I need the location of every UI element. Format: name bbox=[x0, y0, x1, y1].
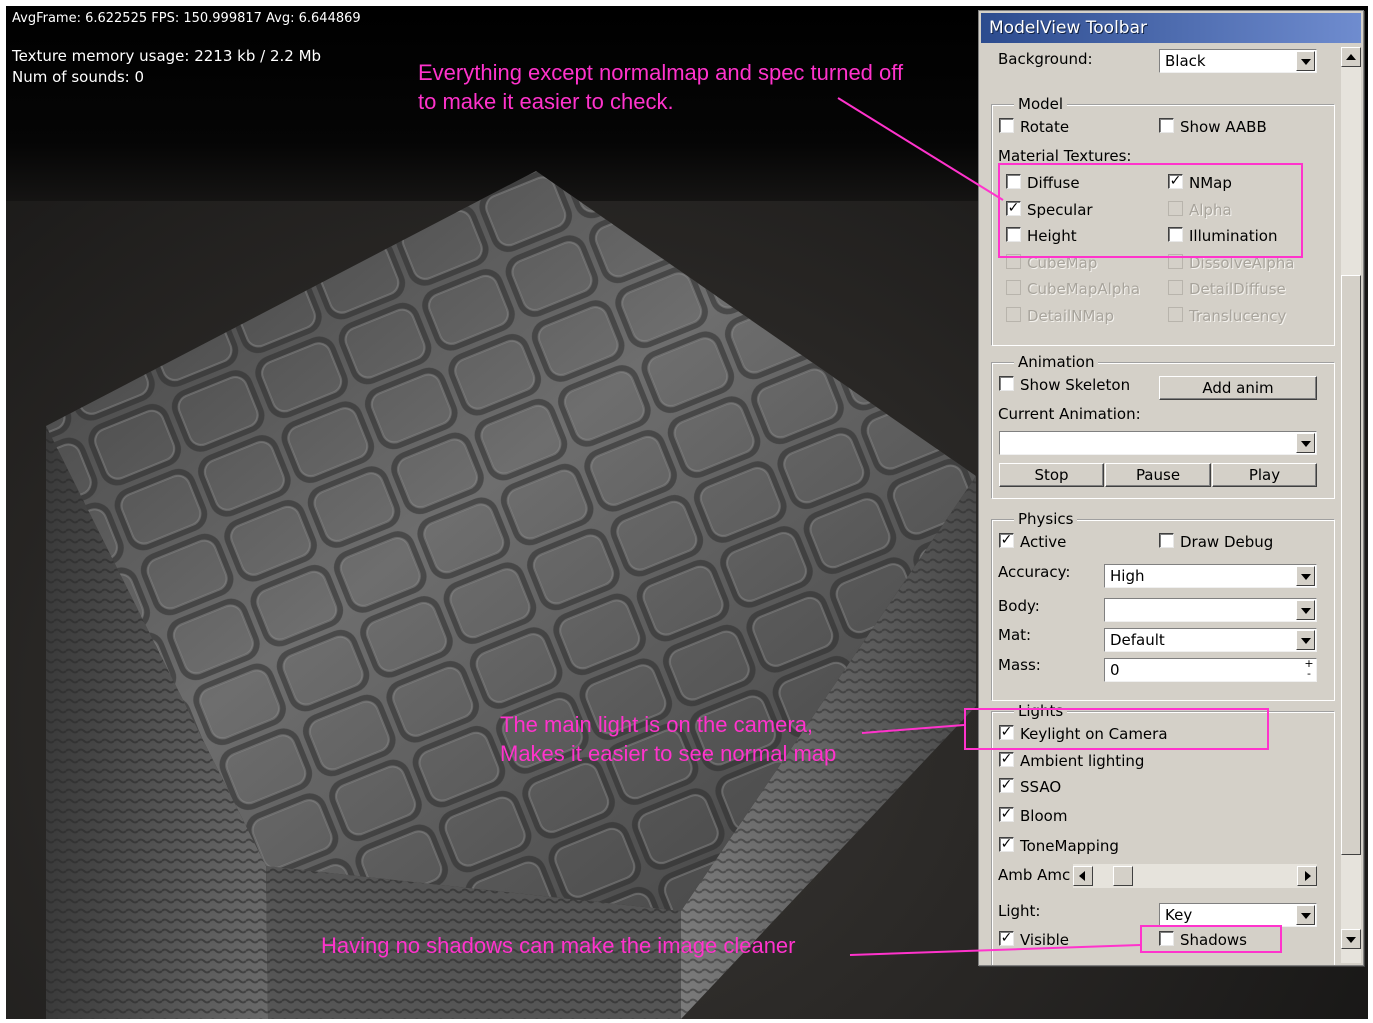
visible-label: Visible bbox=[1020, 931, 1069, 949]
show-aabb-checkbox[interactable] bbox=[1159, 118, 1174, 133]
play-button[interactable]: Play bbox=[1212, 463, 1317, 487]
mat-value: Default bbox=[1110, 631, 1165, 649]
animation-dropdown-icon[interactable] bbox=[1296, 433, 1315, 453]
detaildiffuse-label: DetailDiffuse bbox=[1189, 280, 1286, 298]
tonemapping-label: ToneMapping bbox=[1020, 837, 1119, 855]
pause-button[interactable]: Pause bbox=[1105, 463, 1211, 487]
annotation-box-keylight bbox=[964, 708, 1269, 750]
background-label: Background: bbox=[998, 50, 1093, 68]
cubemapalpha-label: CubeMapAlpha bbox=[1027, 280, 1141, 298]
detaildiffuse-checkbox bbox=[1168, 280, 1183, 295]
modelview-toolbar: ModelView Toolbar Background: Black Mode… bbox=[978, 10, 1364, 966]
accuracy-dropdown-icon[interactable] bbox=[1296, 566, 1315, 586]
ambient-label: Ambient lighting bbox=[1020, 752, 1145, 770]
animation-group-title: Animation bbox=[1014, 352, 1099, 372]
active-label: Active bbox=[1020, 533, 1067, 551]
annotation-bottom: Having no shadows can make the image cle… bbox=[321, 933, 796, 958]
show-skeleton-label: Show Skeleton bbox=[1020, 376, 1131, 394]
model-group-title: Model bbox=[1014, 94, 1068, 114]
active-checkbox[interactable]: ✓ bbox=[999, 533, 1014, 548]
ssao-label: SSAO bbox=[1020, 778, 1062, 796]
annotation-box-textures bbox=[998, 163, 1303, 258]
hud-texture-memory: Texture memory usage: 2213 kb / 2.2 Mb bbox=[12, 47, 322, 65]
physics-group-title: Physics bbox=[1014, 509, 1078, 529]
detailnmap-label: DetailNMap bbox=[1027, 307, 1115, 325]
scroll-up-arrow-icon[interactable] bbox=[1341, 47, 1361, 67]
mat-dropdown-icon[interactable] bbox=[1296, 630, 1315, 650]
mass-input[interactable]: 0 + - bbox=[1104, 658, 1317, 682]
translucency-label: Translucency bbox=[1189, 307, 1287, 325]
mat-label: Mat: bbox=[998, 626, 1032, 644]
bloom-label: Bloom bbox=[1020, 807, 1068, 825]
slider-left-arrow-icon[interactable] bbox=[1073, 866, 1093, 886]
amb-amount-label: Amb Amc bbox=[998, 866, 1071, 884]
annotation-top-line1: Everything except normalmap and spec tur… bbox=[418, 60, 904, 85]
slider-thumb[interactable] bbox=[1113, 866, 1133, 886]
background-value: Black bbox=[1165, 52, 1206, 70]
show-skeleton-checkbox[interactable] bbox=[999, 376, 1014, 391]
panel-title: ModelView Toolbar bbox=[981, 13, 1361, 43]
mass-spinner[interactable]: + - bbox=[1303, 658, 1315, 681]
scroll-thumb[interactable] bbox=[1341, 275, 1361, 855]
background-select[interactable]: Black bbox=[1159, 49, 1317, 73]
stop-button[interactable]: Stop bbox=[999, 463, 1104, 487]
hud-num-sounds: Num of sounds: 0 bbox=[12, 68, 145, 86]
accuracy-label: Accuracy: bbox=[998, 563, 1071, 581]
body-label: Body: bbox=[998, 597, 1040, 615]
annotation-mid-line1: The main light is on the camera, bbox=[500, 712, 814, 737]
body-select[interactable] bbox=[1104, 598, 1317, 622]
light-select[interactable]: Key bbox=[1159, 903, 1317, 927]
cubemapalpha-checkbox bbox=[1006, 280, 1021, 295]
mass-label: Mass: bbox=[998, 656, 1041, 674]
light-label: Light: bbox=[998, 902, 1041, 920]
panel-scrollbar[interactable] bbox=[1341, 47, 1361, 963]
amb-amount-slider[interactable] bbox=[1073, 864, 1317, 888]
annotation-mid-line2: Makes it easier to see normal map bbox=[500, 741, 837, 766]
mat-select[interactable]: Default bbox=[1104, 628, 1317, 652]
accuracy-select[interactable]: High bbox=[1104, 564, 1317, 588]
scroll-down-arrow-icon[interactable] bbox=[1341, 929, 1361, 949]
mass-value: 0 bbox=[1110, 661, 1120, 679]
current-animation-label: Current Animation: bbox=[998, 405, 1141, 423]
detailnmap-checkbox bbox=[1006, 307, 1021, 322]
hud-frame-stats: AvgFrame: 6.622525 FPS: 150.999817 Avg: … bbox=[12, 11, 361, 26]
add-anim-button[interactable]: Add anim bbox=[1159, 376, 1317, 400]
ambient-checkbox[interactable]: ✓ bbox=[999, 752, 1014, 767]
background-dropdown-icon[interactable] bbox=[1296, 51, 1315, 71]
current-animation-select[interactable] bbox=[999, 431, 1317, 455]
light-value: Key bbox=[1165, 906, 1193, 924]
light-dropdown-icon[interactable] bbox=[1296, 905, 1315, 925]
translucency-checkbox bbox=[1168, 307, 1183, 322]
slider-right-arrow-icon[interactable] bbox=[1297, 866, 1317, 886]
bloom-checkbox[interactable]: ✓ bbox=[999, 807, 1014, 822]
draw-debug-checkbox[interactable] bbox=[1159, 533, 1174, 548]
spin-down-icon[interactable]: - bbox=[1303, 668, 1315, 679]
accuracy-value: High bbox=[1110, 567, 1145, 585]
annotation-top-line2: to make it easier to check. bbox=[418, 89, 674, 114]
ssao-checkbox[interactable]: ✓ bbox=[999, 778, 1014, 793]
visible-checkbox[interactable]: ✓ bbox=[999, 931, 1014, 946]
rotate-checkbox[interactable] bbox=[999, 118, 1014, 133]
annotation-box-shadows bbox=[1140, 925, 1282, 953]
show-aabb-label: Show AABB bbox=[1180, 118, 1267, 136]
tonemapping-checkbox[interactable]: ✓ bbox=[999, 837, 1014, 852]
draw-debug-label: Draw Debug bbox=[1180, 533, 1274, 551]
body-dropdown-icon[interactable] bbox=[1296, 600, 1315, 620]
rotate-label: Rotate bbox=[1020, 118, 1070, 136]
